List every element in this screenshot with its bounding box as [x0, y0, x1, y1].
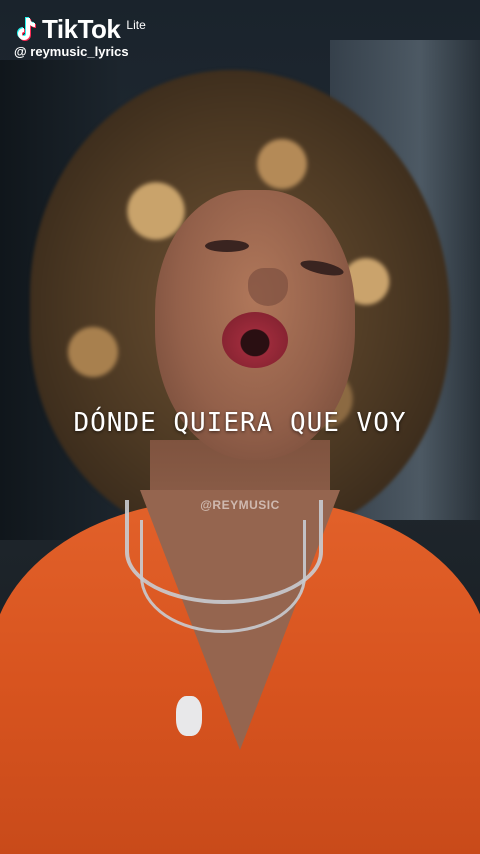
- creator-username: @ reymusic_lyrics: [14, 44, 129, 59]
- video-frame[interactable]: TikTok Lite @ reymusic_lyrics DÓNDE QUIE…: [0, 0, 480, 854]
- tiktok-note-icon: [14, 16, 36, 42]
- tiktok-lite-label: Lite: [126, 18, 146, 32]
- eye-left: [205, 240, 249, 252]
- watermark: @REYMUSIC: [200, 498, 280, 512]
- necklace-chain: [140, 520, 306, 633]
- necklace-pendant: [176, 696, 202, 736]
- mouth: [222, 312, 288, 368]
- nose: [248, 268, 288, 306]
- lyric-caption: DÓNDE QUIERA QUE VOY: [73, 408, 407, 438]
- tiktok-brand-text: TikTok: [42, 14, 121, 44]
- tiktok-logo: TikTok Lite: [14, 16, 146, 42]
